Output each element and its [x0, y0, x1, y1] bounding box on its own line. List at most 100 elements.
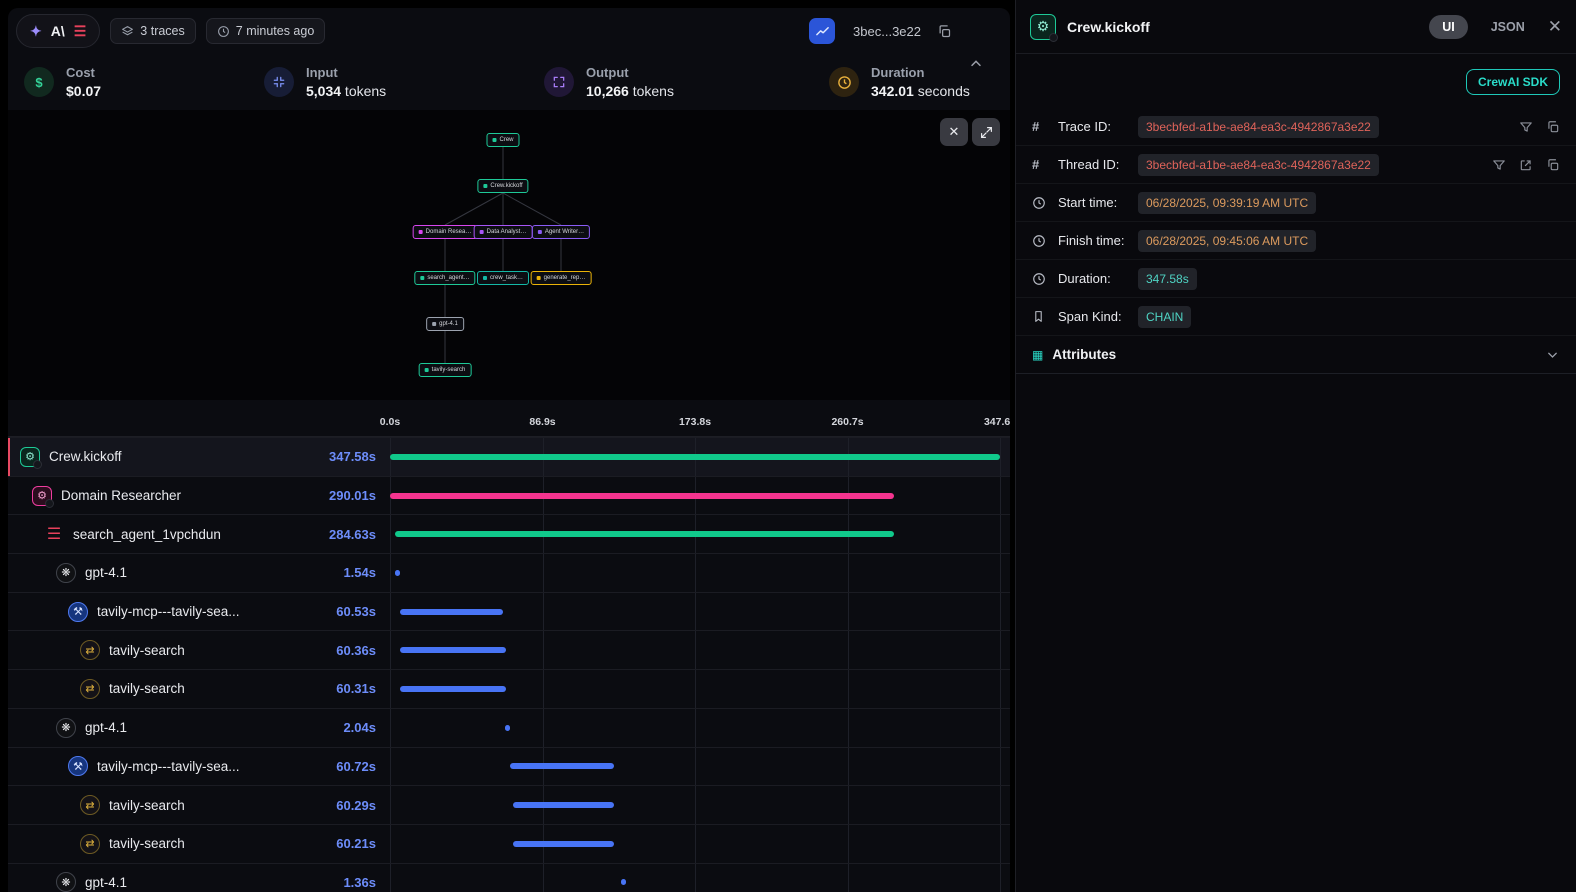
- field-value: 06/28/2025, 09:39:19 AM UTC: [1138, 192, 1316, 214]
- copy-icon[interactable]: [1546, 158, 1560, 172]
- filter-icon[interactable]: [1519, 120, 1533, 134]
- span-bar[interactable]: [395, 531, 894, 537]
- hash-icon: #: [1032, 157, 1049, 172]
- stats-row: $Cost$0.07Input5,034 tokensOutput10,266 …: [8, 54, 1010, 110]
- timeline-row[interactable]: ❋gpt-4.12.04s: [8, 708, 1010, 747]
- timeline-row[interactable]: ☰search_agent_1vpchdun284.63s: [8, 514, 1010, 553]
- graph-node[interactable]: crew_task…: [477, 271, 529, 285]
- span-bar[interactable]: [390, 454, 1000, 460]
- node-label: crew_task…: [490, 275, 523, 281]
- field-value: 347.58s: [1138, 268, 1197, 290]
- timeline-row[interactable]: ⇄tavily-search60.29s: [8, 785, 1010, 824]
- timeline-row[interactable]: ⇄tavily-search60.21s: [8, 824, 1010, 863]
- chevron-up-icon[interactable]: [968, 56, 984, 72]
- external-icon[interactable]: [1519, 158, 1533, 172]
- dollar-icon: $: [24, 67, 54, 97]
- chevron-down-icon[interactable]: [1545, 347, 1560, 362]
- graph-node[interactable]: Domain Resea…: [413, 225, 478, 239]
- clock-icon: [1032, 272, 1049, 286]
- stat-label: Duration: [871, 65, 970, 80]
- span-name: tavily-search: [109, 681, 185, 696]
- span-bar[interactable]: [513, 802, 614, 808]
- logo-pill: ✦A\☰: [16, 14, 100, 48]
- topbar: ✦A\☰ 3 traces 7 minutes ago 3bec...3e22: [8, 8, 1010, 54]
- timeline-row[interactable]: ⚒tavily-mcp---tavily-sea...60.72s: [8, 747, 1010, 786]
- span-duration: 60.29s: [336, 798, 390, 813]
- timeline-row[interactable]: ⇄tavily-search60.36s: [8, 630, 1010, 669]
- field-label: Finish time:: [1058, 233, 1138, 248]
- span-duration: 60.53s: [336, 604, 390, 619]
- sdk-badge: CrewAI SDK: [1466, 69, 1560, 95]
- timeline-row[interactable]: ⚒tavily-mcp---tavily-sea...60.53s: [8, 592, 1010, 631]
- graph-node[interactable]: generate_rep…: [531, 271, 592, 285]
- span-bar[interactable]: [390, 493, 894, 499]
- chart-icon[interactable]: [809, 18, 835, 44]
- sdk-badge-row: CrewAI SDK: [1016, 54, 1576, 108]
- timeline-rows: ⚙Crew.kickoff347.58s⚙Domain Researcher29…: [8, 437, 1010, 892]
- span-bar[interactable]: [621, 879, 626, 885]
- node-icon: [483, 184, 487, 188]
- filter-icon[interactable]: [1492, 158, 1506, 172]
- detail-panel-header: ⚙ Crew.kickoff UI JSON ✕: [1016, 0, 1576, 54]
- trace-short-id: 3bec...3e22: [853, 24, 921, 39]
- tool-call-icon: ⇄: [80, 640, 100, 660]
- field-label: Start time:: [1058, 195, 1138, 210]
- span-bar[interactable]: [400, 686, 506, 692]
- node-label: search_agent…: [427, 275, 469, 281]
- span-bar[interactable]: [400, 609, 502, 615]
- stat-label: Input: [306, 65, 386, 80]
- copy-icon[interactable]: [937, 24, 952, 39]
- span-bar[interactable]: [513, 841, 614, 847]
- graph-node[interactable]: tavily-search: [419, 363, 472, 377]
- graph-node[interactable]: Crew: [486, 133, 519, 147]
- span-name: tavily-search: [109, 798, 185, 813]
- span-bar[interactable]: [505, 725, 510, 731]
- timeline-row[interactable]: ⚙Domain Researcher290.01s: [8, 476, 1010, 515]
- graph-node[interactable]: Agent Writer…: [532, 225, 590, 239]
- span-name: Domain Researcher: [61, 488, 181, 503]
- hash-icon: #: [1032, 119, 1049, 134]
- tab-ui[interactable]: UI: [1429, 15, 1468, 39]
- span-bar[interactable]: [395, 570, 400, 576]
- timeline-row[interactable]: ❋gpt-4.11.54s: [8, 553, 1010, 592]
- stat-value: 342.01 seconds: [871, 83, 970, 99]
- anthropic-logo: A\: [51, 23, 65, 39]
- graph-node[interactable]: Crew.kickoff: [477, 179, 528, 193]
- output-tokens-icon: [544, 67, 574, 97]
- traces-count-badge[interactable]: 3 traces: [110, 18, 195, 44]
- span-bar[interactable]: [510, 763, 614, 769]
- stat-label: Output: [586, 65, 674, 80]
- graph-edges: [8, 110, 1010, 400]
- node-icon: [538, 230, 542, 234]
- graph-node[interactable]: gpt-4.1: [426, 317, 464, 331]
- node-label: Agent Writer…: [545, 229, 584, 235]
- span-duration: 347.58s: [329, 449, 390, 464]
- graph-node[interactable]: search_agent…: [414, 271, 475, 285]
- crewai-logo: ☰: [74, 23, 87, 40]
- graph-node[interactable]: Data Analyst…: [474, 225, 533, 239]
- tools-icon: ⚒: [68, 602, 88, 622]
- axis-tick: 0.0s: [380, 416, 400, 428]
- graph-close-icon[interactable]: ✕: [940, 118, 968, 146]
- span-name: search_agent_1vpchdun: [73, 527, 221, 542]
- axis-tick: 173.8s: [679, 416, 711, 428]
- field-thread-id: #Thread ID:3becbfed-a1be-ae84-ea3c-49428…: [1016, 146, 1576, 184]
- panel-title: Crew.kickoff: [1067, 19, 1150, 35]
- attributes-section[interactable]: ▦ Attributes: [1016, 336, 1576, 374]
- span-duration: 60.21s: [336, 836, 390, 851]
- trace-viewer-app: ✦A\☰ 3 traces 7 minutes ago 3bec...3e22 …: [0, 0, 1576, 892]
- timeline-row[interactable]: ❋gpt-4.11.36s: [8, 863, 1010, 892]
- graph-expand-icon[interactable]: [972, 118, 1000, 146]
- openai-icon: ❋: [56, 872, 76, 892]
- tab-json[interactable]: JSON: [1491, 20, 1525, 34]
- close-icon[interactable]: ✕: [1548, 17, 1562, 37]
- span-name: gpt-4.1: [85, 875, 127, 890]
- field-finish-time: Finish time:06/28/2025, 09:45:06 AM UTC: [1016, 222, 1576, 260]
- timeline-row[interactable]: ⚙Crew.kickoff347.58s: [8, 437, 1010, 476]
- field-value: 3becbfed-a1be-ae84-ea3c-4942867a3e22: [1138, 116, 1379, 138]
- span-bar[interactable]: [400, 647, 506, 653]
- axis-tick: 347.6s: [984, 416, 1010, 428]
- timeline-row[interactable]: ⇄tavily-search60.31s: [8, 669, 1010, 708]
- time-ago-label: 7 minutes ago: [236, 24, 315, 38]
- copy-icon[interactable]: [1546, 120, 1560, 134]
